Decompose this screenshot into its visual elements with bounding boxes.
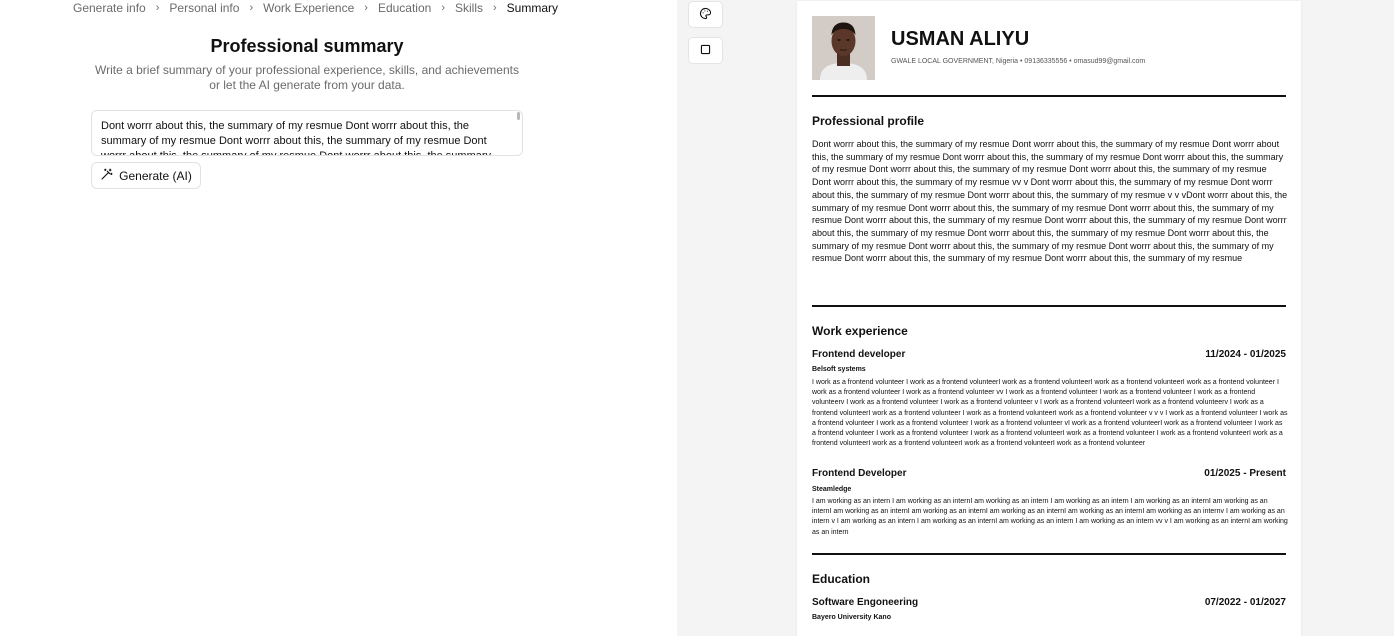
- experience-role: Frontend developer: [812, 349, 906, 360]
- profile-text: Dont worrr about this, the summary of my…: [812, 139, 1288, 264]
- experience-role: Frontend Developer: [812, 468, 907, 479]
- breadcrumb: Generate info › Personal info › Work Exp…: [73, 1, 558, 15]
- summary-text: Dont worrr about this, the summary of my…: [101, 120, 492, 156]
- experience-dates: 01/2025 - Present: [1204, 468, 1286, 479]
- page-description: Write a brief summary of your profession…: [95, 63, 519, 92]
- border-style-button[interactable]: [688, 37, 723, 64]
- generate-ai-button[interactable]: Generate (AI): [91, 162, 201, 189]
- page-title: Professional summary: [210, 36, 404, 56]
- experience-entry-header: Frontend Developer 01/2025 - Present: [812, 468, 1286, 479]
- palette-icon: [699, 7, 712, 23]
- resume-name: USMAN ALIYU: [891, 28, 1030, 50]
- breadcrumb-education[interactable]: Education: [378, 1, 431, 15]
- chevron-right-icon: ›: [493, 2, 497, 14]
- experience-section-title: Work experience: [812, 324, 908, 338]
- chevron-right-icon: ›: [441, 2, 445, 14]
- magic-wand-icon: [100, 168, 113, 184]
- profile-section-title: Professional profile: [812, 114, 925, 128]
- chevron-right-icon: ›: [364, 2, 368, 14]
- experience-entry-header: Frontend developer 11/2024 - 01/2025: [812, 349, 1286, 360]
- experience-description: I am working as an intern I am working a…: [812, 498, 1288, 536]
- breadcrumb-summary[interactable]: Summary: [507, 1, 558, 15]
- experience-description: I work as a frontend volunteer I work as…: [812, 379, 1288, 448]
- preview-pane: USMAN ALIYU GWALE LOCAL GOVERNMENT, Nige…: [677, 0, 1394, 636]
- section-divider: [812, 553, 1286, 555]
- textarea-scrollbar[interactable]: [517, 112, 520, 120]
- education-entry-header: Software Engoneering 07/2022 - 01/2027: [812, 597, 1286, 608]
- generate-ai-label: Generate (AI): [119, 168, 192, 183]
- experience-dates: 11/2024 - 01/2025: [1205, 349, 1286, 360]
- section-divider: [812, 305, 1286, 307]
- education-school: Bayero University Kano: [812, 614, 891, 621]
- education-dates: 07/2022 - 01/2027: [1204, 597, 1286, 608]
- experience-company: Steamledge: [812, 486, 852, 493]
- breadcrumb-skills[interactable]: Skills: [455, 1, 483, 15]
- breadcrumb-generate-info[interactable]: Generate info: [73, 1, 146, 15]
- editor-pane: Generate info › Personal info › Work Exp…: [0, 0, 677, 636]
- education-degree: Software Engoneering: [812, 597, 919, 608]
- profile-photo: [812, 16, 875, 80]
- resume-preview: USMAN ALIYU GWALE LOCAL GOVERNMENT, Nige…: [797, 1, 1301, 636]
- square-icon: [699, 43, 712, 59]
- chevron-right-icon: ›: [155, 2, 160, 14]
- breadcrumb-personal-info[interactable]: Personal info: [169, 1, 239, 15]
- section-divider: [812, 95, 1286, 97]
- chevron-right-icon: ›: [249, 2, 254, 14]
- resume-contact: GWALE LOCAL GOVERNMENT, Nigeria • 091363…: [891, 58, 1146, 65]
- education-section-title: Education: [812, 572, 871, 586]
- experience-company: Belsoft systems: [812, 366, 866, 373]
- summary-textarea[interactable]: Dont worrr about this, the summary of my…: [91, 110, 523, 156]
- breadcrumb-work-experience[interactable]: Work Experience: [263, 1, 354, 15]
- theme-color-button[interactable]: [688, 1, 723, 28]
